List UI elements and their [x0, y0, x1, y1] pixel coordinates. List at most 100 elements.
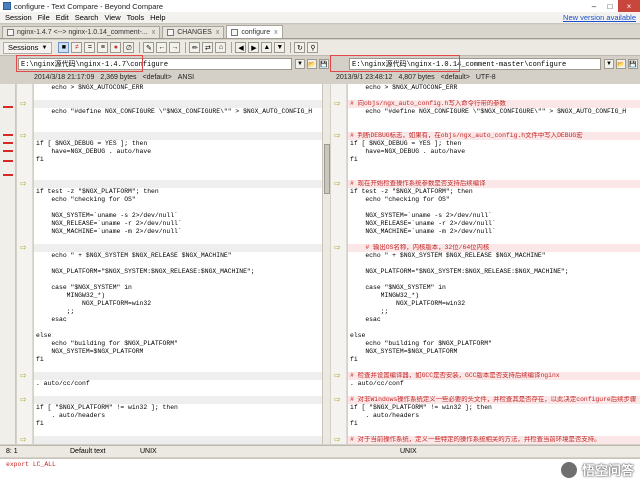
watermark-logo-icon — [559, 460, 578, 479]
rules-icon[interactable]: ✎ — [143, 42, 155, 53]
right-encoding[interactable]: UTF-8 — [476, 74, 496, 81]
menu-file[interactable]: File — [35, 13, 53, 22]
menu-tools[interactable]: Tools — [124, 13, 148, 22]
code-line: if test -z "$NGX_PLATFORM"; then — [36, 188, 159, 195]
copy-arrow-icon[interactable]: ⇨ — [20, 371, 27, 380]
copy-arrow-icon[interactable]: ⇨ — [20, 435, 27, 444]
tab-close-icon[interactable]: x — [274, 29, 278, 36]
copy-arrow-icon[interactable]: ⇨ — [334, 179, 341, 188]
code-line: esac — [36, 316, 67, 323]
code-line: NGX_PLATFORM=win32 — [36, 300, 152, 307]
left-encoding[interactable]: ANSI — [178, 74, 194, 81]
tab-changes[interactable]: CHANGES x — [162, 26, 225, 38]
code-line: NGX_MACHINE=`uname -m 2>/dev/null` — [36, 228, 182, 235]
copy-arrow-icon[interactable]: ⇨ — [334, 371, 341, 380]
cursor-position: 8: 1 — [6, 448, 18, 455]
down-icon[interactable]: ▼ — [274, 42, 286, 53]
code-line: ;; — [350, 308, 389, 315]
code-line: # 现在开始检查操作系统参数是否支持后续编译 — [348, 180, 640, 188]
copy-arrow-icon[interactable]: ⇨ — [334, 435, 341, 444]
tab-label: CHANGES — [177, 29, 212, 36]
maximize-button[interactable]: □ — [602, 0, 618, 12]
diff-marker — [3, 142, 13, 144]
line-detail-pane[interactable]: export LC_ALL — [0, 458, 640, 485]
find-icon[interactable]: ⚲ — [307, 42, 319, 53]
left-save-icon[interactable]: 💾 — [319, 59, 329, 69]
left-browse-icon[interactable]: 📂 — [307, 59, 317, 69]
menu-session[interactable]: Session — [2, 13, 35, 22]
prev-icon[interactable]: ◀ — [235, 42, 247, 53]
right-save-icon[interactable]: 💾 — [628, 59, 638, 69]
left-dropdown-icon[interactable]: ▼ — [295, 59, 305, 69]
tab-configure[interactable]: configure x — [226, 25, 283, 38]
copy-arrow-icon[interactable]: ⇨ — [20, 243, 27, 252]
menu-edit[interactable]: Edit — [53, 13, 72, 22]
right-dropdown-icon[interactable]: ▼ — [604, 59, 614, 69]
right-format[interactable]: <default> — [441, 74, 470, 81]
code-line: if [ "$NGX_PLATFORM" != win32 ]; then — [36, 404, 178, 411]
code-line: ;; — [36, 308, 75, 315]
refresh-icon[interactable]: ↻ — [294, 42, 306, 53]
new-version-link[interactable]: New version available — [563, 13, 636, 22]
scrollbar-thumb[interactable] — [324, 144, 330, 194]
right-browse-icon[interactable]: 📂 — [616, 59, 626, 69]
same-icon[interactable]: = — [84, 42, 96, 53]
copy-arrow-icon[interactable]: ⇨ — [334, 243, 341, 252]
tab-folder-compare[interactable]: nginx-1.4.7 <--> nginx-1.0.14_comment-..… — [2, 26, 161, 38]
code-line — [34, 244, 322, 252]
tab-close-icon[interactable]: x — [152, 29, 156, 36]
window-title: configure - Text Compare - Beyond Compar… — [14, 1, 164, 11]
copy-right-icon[interactable]: → — [169, 42, 181, 53]
copy-arrow-icon[interactable]: ⇨ — [20, 99, 27, 108]
next-icon[interactable]: ▶ — [248, 42, 260, 53]
ignore-icon[interactable]: ∅ — [123, 42, 135, 53]
copy-arrow-icon[interactable]: ⇨ — [20, 395, 27, 404]
code-line: NGX_SYSTEM=`uname -s 2>/dev/null` — [350, 212, 492, 219]
diffs-icon[interactable]: ≠ — [71, 42, 83, 53]
sessions-dropdown[interactable]: Sessions ▼ — [3, 41, 53, 54]
diff-overview-gutter[interactable] — [0, 84, 16, 444]
code-line: # 输出OS名称，内核版本，32位/64位内核 — [348, 244, 640, 252]
right-text-pane[interactable]: echo > $NGX_AUTOCONF_ERR # 向objs/ngx_auto… — [348, 84, 640, 444]
swap-icon[interactable]: ⇄ — [202, 42, 214, 53]
right-size: 4,807 bytes — [398, 74, 435, 81]
window-titlebar: configure - Text Compare - Beyond Compar… — [0, 0, 640, 12]
edit-icon[interactable]: ✏ — [189, 42, 201, 53]
left-format[interactable]: <default> — [143, 74, 172, 81]
minimize-button[interactable]: – — [586, 0, 602, 12]
left-text-pane[interactable]: echo > $NGX_AUTOCONF_ERR echo "#define N… — [34, 84, 322, 444]
copy-arrow-icon[interactable]: ⇨ — [20, 179, 27, 188]
detail-line: export LC_ALL — [6, 461, 56, 468]
copy-arrow-icon[interactable]: ⇨ — [334, 131, 341, 140]
code-line: fi — [36, 420, 44, 427]
copy-arrow-icon[interactable]: ⇨ — [334, 395, 341, 404]
code-line: echo > $NGX_AUTOCONF_ERR — [36, 84, 144, 91]
right-path-highlight — [330, 55, 460, 72]
context-icon[interactable]: ≡ — [97, 42, 109, 53]
menu-search[interactable]: Search — [72, 13, 102, 22]
minor-icon[interactable]: ● — [110, 42, 122, 53]
copy-arrow-icon[interactable]: ⇨ — [334, 99, 341, 108]
code-line: MINGW32_*) — [350, 292, 420, 299]
copy-left-icon[interactable]: ← — [156, 42, 168, 53]
code-line: echo "building for $NGX_PLATFORM" — [350, 340, 492, 347]
left-scrollbar[interactable] — [322, 84, 330, 444]
code-line — [34, 100, 322, 108]
code-line: NGX_SYSTEM=$NGX_PLATFORM — [36, 348, 144, 355]
close-button[interactable]: × — [618, 0, 640, 12]
menu-view[interactable]: View — [101, 13, 123, 22]
tab-close-icon[interactable]: x — [216, 29, 220, 36]
up-icon[interactable]: ▲ — [261, 42, 273, 53]
toolbar-divider — [139, 42, 141, 53]
home-icon[interactable]: ⌂ — [215, 42, 227, 53]
menu-help[interactable]: Help — [147, 13, 168, 22]
all-icon[interactable]: ■ — [58, 42, 70, 53]
copy-arrow-icon[interactable]: ⇨ — [20, 131, 27, 140]
